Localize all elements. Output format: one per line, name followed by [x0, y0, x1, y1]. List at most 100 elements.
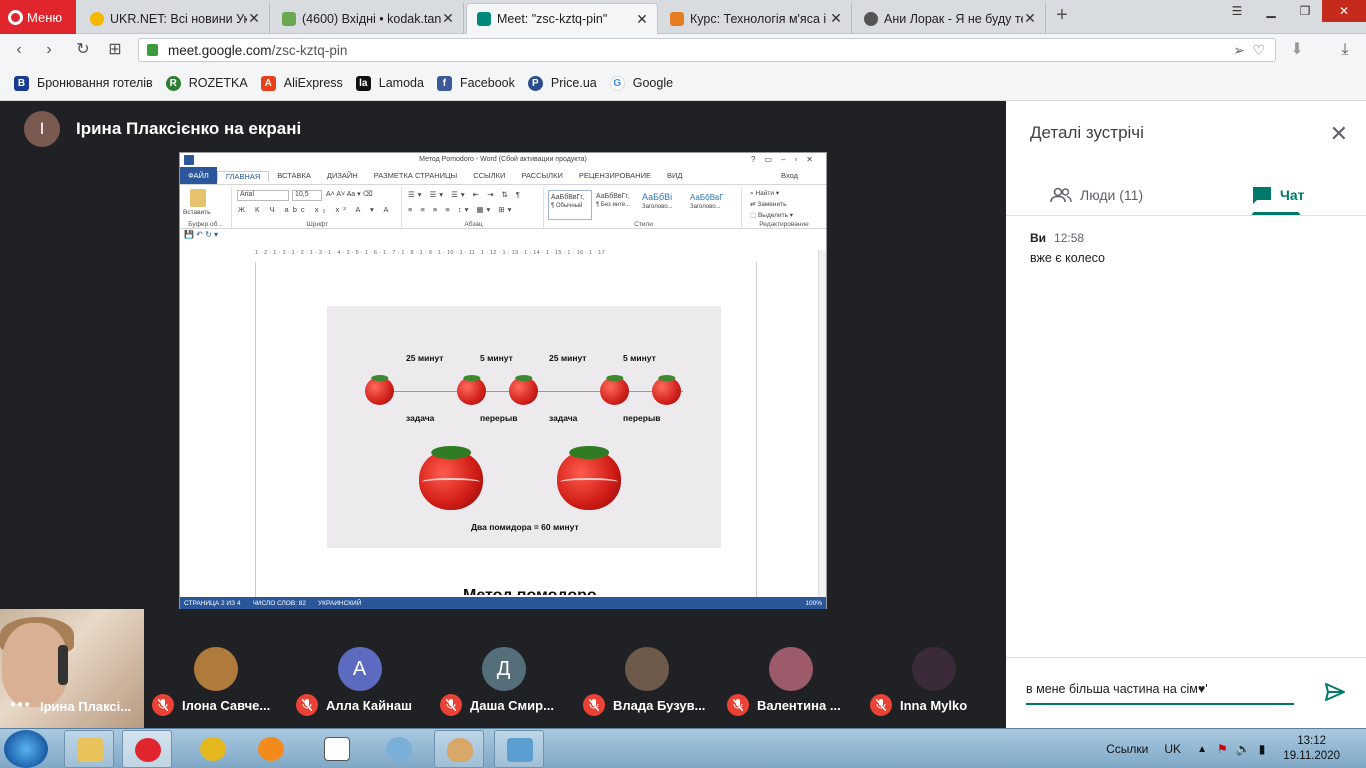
editing-label: Редактирование [759, 221, 809, 228]
participant-avatar [911, 647, 956, 691]
tab-music[interactable]: Ани Лорак - Я не буду те ✕ [854, 3, 1046, 34]
tab-menu-icon[interactable]: ☰ [1220, 0, 1254, 22]
speed-dial-grid-icon[interactable]: ⊞ [106, 41, 124, 59]
headset-icon [58, 645, 68, 685]
ribbon-clipboard-group: Вставить Буфер об... [180, 187, 232, 228]
aliexpress-icon: A [260, 75, 276, 91]
close-tab-icon[interactable]: ✕ [635, 11, 649, 28]
participant-tile[interactable]: Влада Бузув... [575, 609, 718, 728]
bookmark-booking[interactable]: B Бронювання готелів [14, 75, 153, 91]
clipboard-label: Буфер об... [188, 221, 223, 228]
taskbar-photos[interactable] [494, 730, 544, 768]
word-window-controls-icon: ?▭–▫✕ [751, 155, 822, 164]
bookmark-lamoda[interactable]: la Lamoda [355, 75, 424, 91]
forward-arrow-icon[interactable]: › [40, 41, 58, 59]
close-tab-icon[interactable]: ✕ [247, 10, 261, 27]
downloads-icon[interactable]: ⤓ [1336, 41, 1354, 59]
chat-message-input[interactable]: в мене більша частина на сім♥' [1026, 679, 1294, 705]
bookmark-label: Price.ua [550, 76, 597, 90]
restore-window-icon[interactable]: ❐ [1288, 0, 1322, 22]
bookmark-heart-icon[interactable]: ♡ [1252, 42, 1265, 59]
chat-message-text: вже є колесо [1030, 251, 1106, 265]
tab-meet[interactable]: Meet: "zsc-kztq-pin" ✕ [466, 3, 658, 34]
course-favicon-icon [670, 11, 684, 26]
pomodoro-diagram: 25 минут 5 минут 25 минут 5 минут задача… [327, 306, 721, 548]
tab-ukrnet[interactable]: UKR.NET: Всі новини Укра ✕ [80, 3, 270, 34]
network-warning-icon[interactable]: ⚑ [1217, 742, 1228, 756]
more-dots-icon[interactable]: ●●● [10, 699, 31, 710]
start-button-windows-icon[interactable] [4, 730, 48, 768]
tab-email[interactable]: (4600) Вхідні • kodak.tanya ✕ [272, 3, 464, 34]
font-label: Шрифт [306, 221, 329, 228]
screenshot-tool-icon [324, 737, 350, 761]
download-arrow-icon[interactable]: ⬇ [1288, 41, 1306, 59]
taskbar-paint[interactable] [434, 730, 484, 768]
taskbar-opera[interactable] [122, 730, 172, 768]
self-camera-tile[interactable]: ●●● Ірина Плаксі... [0, 609, 144, 728]
diagram-bottom-label: перерыв [623, 413, 661, 423]
mic-off-icon [727, 694, 749, 716]
status-page: СТРАНИЦА 2 ИЗ 4 [184, 599, 241, 607]
close-tab-icon[interactable]: ✕ [1023, 10, 1037, 27]
participant-name: Влада Бузув... [613, 697, 706, 713]
bookmark-google[interactable]: G Google [609, 75, 673, 91]
close-tab-icon[interactable]: ✕ [829, 10, 843, 27]
show-hidden-icons-icon[interactable]: ▲ [1197, 744, 1207, 755]
mic-off-icon [296, 694, 318, 716]
minimize-window-icon[interactable]: ▁ [1254, 0, 1288, 22]
diagram-top-label: 25 минут [549, 353, 587, 363]
taskbar-firefox[interactable] [246, 730, 296, 768]
bookmark-priceua[interactable]: P Price.ua [527, 75, 597, 91]
participant-avatar: A [337, 647, 382, 691]
close-panel-icon[interactable]: ✕ [1330, 121, 1348, 147]
participant-tile[interactable]: Валентина ... [719, 609, 862, 728]
font-size-buttons-icon: A˄ A˅ Aa ▾ ⌫ [326, 191, 373, 198]
word-tab-layout: РАЗМЕТКА СТРАНИЦЫ [373, 171, 458, 180]
tomato-icon [365, 375, 394, 405]
word-tab-file: ФАЙЛ [180, 167, 217, 184]
word-logo-icon [184, 155, 194, 165]
participant-tile[interactable]: Д Даша Смир... [432, 609, 575, 728]
diagram-bottom-label: задача [549, 413, 578, 423]
taskbar-explorer[interactable] [64, 730, 114, 768]
participant-tile[interactable]: Inna Mylko [862, 609, 1005, 728]
close-window-icon[interactable]: ✕ [1322, 0, 1366, 22]
status-zoom: 100% [805, 599, 822, 607]
new-tab-plus-icon[interactable]: + [1052, 5, 1072, 26]
back-arrow-icon[interactable]: ‹ [10, 41, 28, 59]
participant-tile[interactable]: Ілона Савче... [144, 609, 287, 728]
word-tab-view: ВИД [667, 171, 683, 180]
url-host: meet.google.com [168, 42, 272, 58]
tab-people[interactable]: Люди (11) [1050, 181, 1143, 209]
mic-off-icon [152, 694, 174, 716]
facebook-icon: f [436, 75, 452, 91]
taskbar-screenshot[interactable] [312, 730, 362, 768]
send-message-icon[interactable] [1324, 681, 1346, 703]
bookmark-aliexpress[interactable]: A AliExpress [260, 75, 343, 91]
chat-icon [1253, 187, 1271, 204]
reload-icon[interactable]: ↻ [74, 41, 92, 59]
word-ribbon-tabs: ФАЙЛ ГЛАВНАЯ ВСТАВКА ДИЗАЙН РАЗМЕТКА СТР… [180, 167, 826, 184]
bookmark-rozetka[interactable]: R ROZETKA [165, 75, 248, 91]
language-indicator[interactable]: UK [1164, 742, 1181, 756]
close-tab-icon[interactable]: ✕ [441, 10, 455, 27]
tab-chat[interactable]: Чат [1252, 181, 1304, 209]
paint-palette-icon [447, 738, 473, 762]
tab-course[interactable]: Курс: Технологія м'яса і м ✕ [660, 3, 852, 34]
taskbar-search[interactable] [374, 730, 424, 768]
clock[interactable]: 13:12 19.11.2020 [1283, 734, 1340, 764]
ribbon-paragraph-group: ☰▾ ☰▾ ☰▾ ⇤ ⇥ ⇅ ¶ ≡ ≡ ≡ ≡ ↕▾ ▦▾ ⊞▾ Абзац [404, 187, 544, 228]
volume-icon[interactable]: 🔈 [1236, 742, 1251, 756]
taskbar-app[interactable] [188, 730, 238, 768]
rozetka-icon: R [165, 75, 181, 91]
url-field[interactable]: meet.google.com/zsc-kztq-pin ➢ ♡ [138, 38, 1276, 62]
participant-tile[interactable]: A Алла Кайнаш [288, 609, 431, 728]
power-icon[interactable]: ▮ [1259, 742, 1266, 756]
links-toolbar[interactable]: Ссылки [1106, 742, 1148, 756]
style-name: Заголово... [690, 204, 721, 210]
opera-menu-button[interactable]: Меню [0, 0, 76, 34]
bookmark-facebook[interactable]: f Facebook [436, 75, 515, 91]
word-tab-design: ДИЗАЙН [326, 171, 358, 180]
send-page-icon[interactable]: ➢ [1233, 42, 1245, 59]
priceua-icon: P [527, 75, 543, 91]
